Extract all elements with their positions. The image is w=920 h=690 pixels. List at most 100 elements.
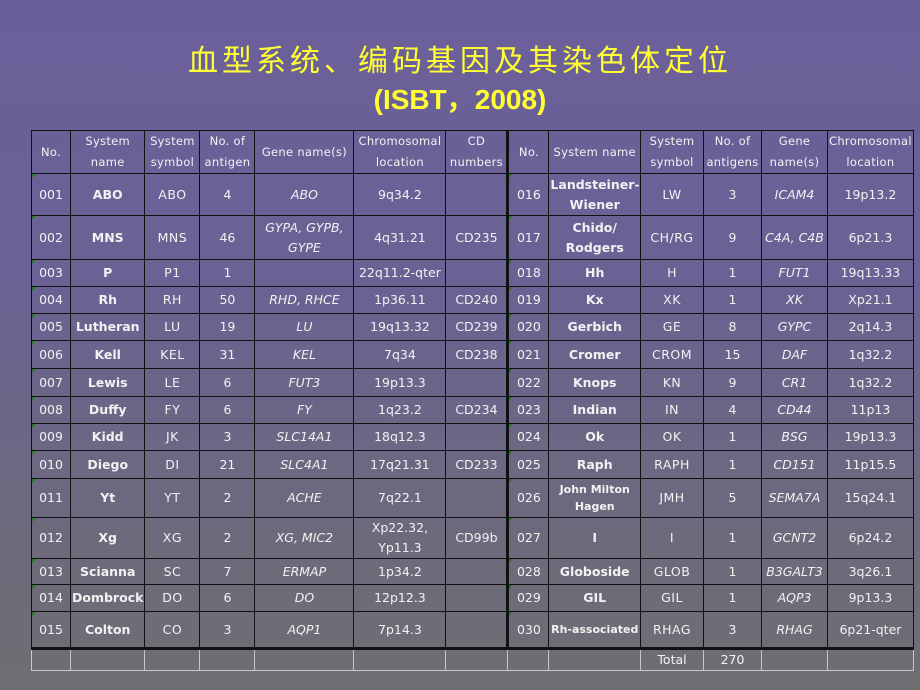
total-row: Total 270 <box>31 647 914 671</box>
cell-antigens: 5 <box>703 478 763 518</box>
header-cell: Chromosomal location <box>353 130 447 174</box>
cell-name: I <box>548 517 642 559</box>
blood-group-table: No. System name System symbol No. of ant… <box>31 130 914 671</box>
cell-no: 008 <box>31 396 71 424</box>
cell-no: 010 <box>31 450 71 479</box>
header-cell: System symbol <box>640 130 705 174</box>
cell-no: 030 <box>507 611 550 650</box>
empty-cell <box>254 647 355 671</box>
cell-symbol: LE <box>144 368 201 397</box>
cell-antigens: 6 <box>199 396 256 424</box>
cell-gene: C4A, C4B <box>761 215 829 260</box>
empty-cell <box>761 647 829 671</box>
cell-no: 007 <box>31 368 71 397</box>
cell-name: Rh-associated <box>548 611 642 650</box>
cell-gene: CD44 <box>761 396 829 424</box>
header-cell: System name <box>548 130 642 174</box>
cell-antigens: 3 <box>199 611 256 650</box>
cell-name: Dombrock <box>69 584 146 612</box>
cell-no: 025 <box>507 450 550 479</box>
cell-antigens: 9 <box>703 215 763 260</box>
cell-symbol: GLOB <box>640 558 705 585</box>
cell-location: 7q34 <box>353 340 447 369</box>
cell-cd <box>445 558 510 585</box>
table-row: 001 ABO ABO 4 ABO 9q34.2 016 Landsteiner-Wiener… <box>31 173 914 216</box>
cell-cd <box>445 368 510 397</box>
header-cell: System symbol <box>144 130 201 174</box>
cell-location: 12p12.3 <box>353 584 447 612</box>
table-row: 015 Colton CO 3 AQP1 7p14.3 030 Rh-associated RH… <box>31 611 914 650</box>
cell-symbol: RAPH <box>640 450 705 479</box>
cell-symbol: CROM <box>640 340 705 369</box>
table-row: 010 Diego DI 21 SLC4A1 17q21.31 CD233 025 Raph RA… <box>31 450 914 479</box>
cell-gene: RHAG <box>761 611 829 650</box>
cell-gene: KEL <box>254 340 355 369</box>
cell-name: Ok <box>548 423 642 451</box>
cell-antigens: 1 <box>703 259 763 287</box>
cell-antigens: 2 <box>199 478 256 518</box>
cell-no: 019 <box>507 286 550 314</box>
cell-symbol: XK <box>640 286 705 314</box>
cell-gene: ABO <box>254 173 355 216</box>
cell-cd <box>445 611 510 650</box>
cell-no: 017 <box>507 215 550 260</box>
header-cell: No. <box>31 130 71 174</box>
cell-antigens: 1 <box>703 450 763 479</box>
cell-gene: XG, MIC2 <box>254 517 355 559</box>
cell-symbol: JK <box>144 423 201 451</box>
cell-location: Xp22.32, Yp11.3 <box>353 517 447 559</box>
cell-symbol: P1 <box>144 259 201 287</box>
cell-antigens: 6 <box>199 368 256 397</box>
cell-no: 002 <box>31 215 71 260</box>
cell-name: Raph <box>548 450 642 479</box>
cell-symbol: DO <box>144 584 201 612</box>
cell-location: 6p21-qter <box>827 611 914 650</box>
cell-symbol: DI <box>144 450 201 479</box>
cell-gene: B3GALT3 <box>761 558 829 585</box>
table-row: 003 P P1 1 22q11.2-qter 018 Hh H 1 FUT1 19q13.33 <box>31 259 914 287</box>
cell-name: Lutheran <box>69 313 146 341</box>
cell-no: 014 <box>31 584 71 612</box>
cell-name: Yt <box>69 478 146 518</box>
cell-gene: FUT1 <box>761 259 829 287</box>
empty-cell <box>144 647 201 671</box>
cell-no: 009 <box>31 423 71 451</box>
cell-symbol: JMH <box>640 478 705 518</box>
cell-location: 19p13.3 <box>353 368 447 397</box>
header-row: No. System name System symbol No. of ant… <box>31 130 914 174</box>
cell-cd: CD99b <box>445 517 510 559</box>
cell-no: 023 <box>507 396 550 424</box>
cell-gene: SEMA7A <box>761 478 829 518</box>
cell-cd <box>445 423 510 451</box>
empty-cell <box>353 647 447 671</box>
table-row: 013 Scianna SC 7 ERMAP 1p34.2 028 Globoside GLOB… <box>31 558 914 585</box>
cell-gene: RHD, RHCE <box>254 286 355 314</box>
cell-no: 003 <box>31 259 71 287</box>
cell-location: 15q24.1 <box>827 478 914 518</box>
header-cell: No. of antigen <box>199 130 256 174</box>
cell-no: 029 <box>507 584 550 612</box>
cell-name: Kell <box>69 340 146 369</box>
cell-no: 020 <box>507 313 550 341</box>
cell-antigens: 1 <box>703 423 763 451</box>
cell-antigens: 9 <box>703 368 763 397</box>
cell-location: Xp21.1 <box>827 286 914 314</box>
cell-symbol: CO <box>144 611 201 650</box>
cell-name: Indian <box>548 396 642 424</box>
empty-cell <box>548 647 642 671</box>
cell-antigens: 46 <box>199 215 256 260</box>
cell-name: Lewis <box>69 368 146 397</box>
cell-location: 19p13.3 <box>827 423 914 451</box>
cell-symbol: H <box>640 259 705 287</box>
cell-no: 016 <box>507 173 550 216</box>
table-row: 012 Xg XG 2 XG, MIC2 Xp22.32, Yp11.3 CD99b 027 I… <box>31 517 914 559</box>
header-cell: Gene name(s) <box>761 130 829 174</box>
cell-antigens: 7 <box>199 558 256 585</box>
cell-name: Xg <box>69 517 146 559</box>
table-row: 008 Duffy FY 6 FY 1q23.2 CD234 023 Indian IN 4 CD44… <box>31 396 914 424</box>
cell-antigens: 2 <box>199 517 256 559</box>
cell-gene: FY <box>254 396 355 424</box>
cell-antigens: 1 <box>703 517 763 559</box>
cell-antigens: 1 <box>703 286 763 314</box>
cell-name: MNS <box>69 215 146 260</box>
